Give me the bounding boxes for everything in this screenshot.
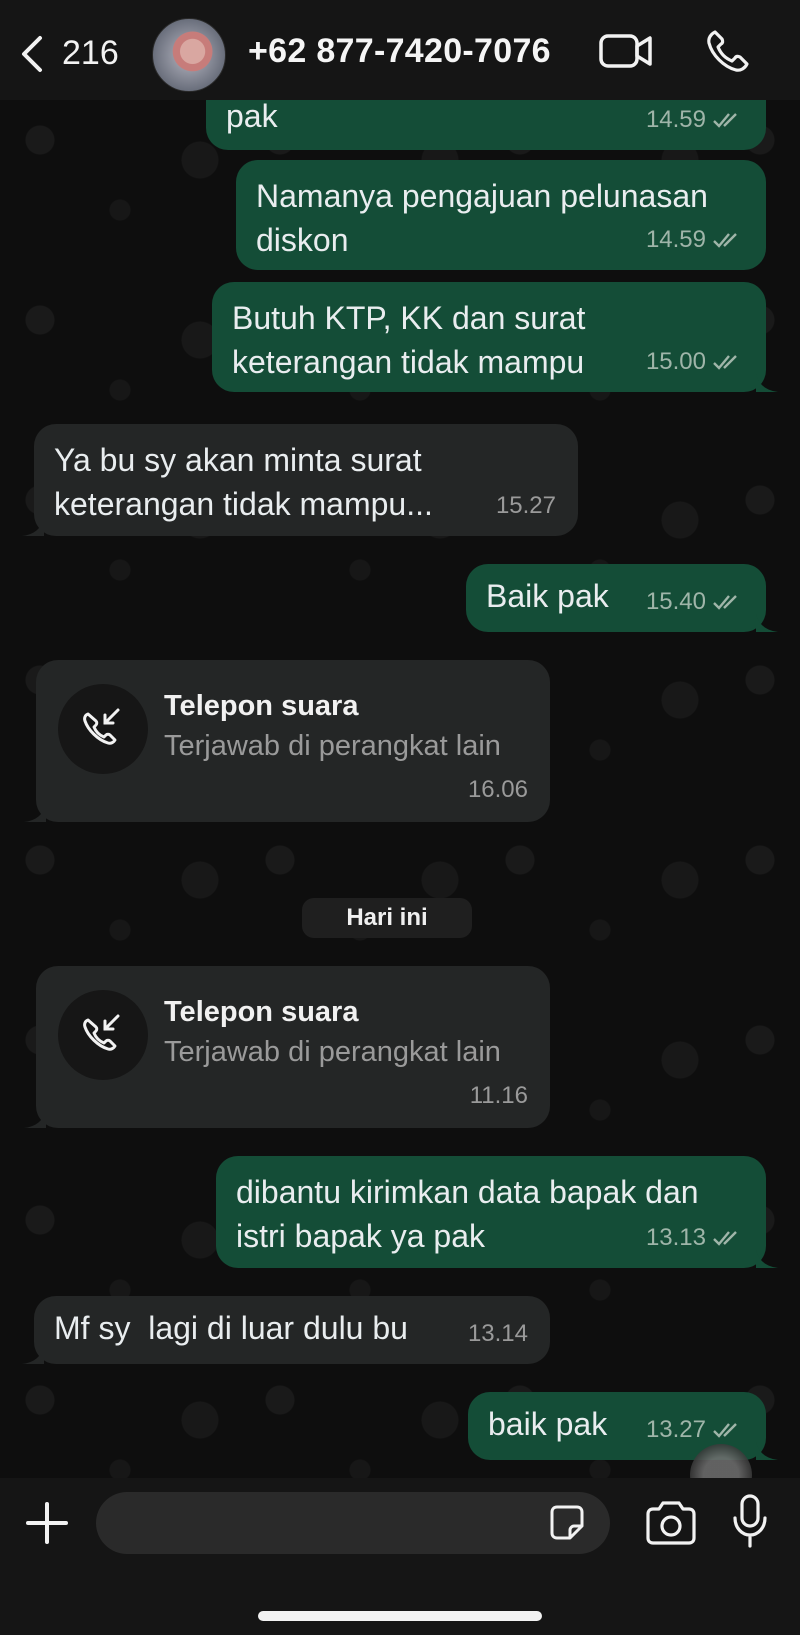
bubble-tail: [756, 1442, 778, 1460]
incoming-call-icon: [83, 1014, 120, 1051]
message-text-line: Namanya pengajuan pelunasan: [256, 178, 708, 214]
contact-name[interactable]: +62 877-7420-7076: [248, 32, 551, 71]
home-indicator: [258, 1611, 542, 1621]
message-incoming[interactable]: Mf sy lagi di luar dulu bu 13.14: [22, 1296, 550, 1364]
bubble-tail: [24, 1110, 46, 1128]
chat-area[interactable]: pak 14.59 Namanya pengajuan pelunasan di…: [0, 100, 800, 1478]
call-title: Telepon suara: [164, 996, 359, 1028]
message-time: 15.27: [495, 492, 556, 519]
message-outgoing[interactable]: dibantu kirimkan data bapak dan istri ba…: [216, 1156, 778, 1268]
call-time: 16.06: [467, 776, 528, 803]
message-time: 15.00: [645, 348, 706, 375]
double-tick-icon: [713, 595, 737, 610]
call-card[interactable]: Telepon suara Terjawab di perangkat lain…: [24, 660, 550, 822]
message-time: 14.59: [645, 106, 706, 133]
message-text: baik pak: [488, 1406, 608, 1442]
message-outgoing[interactable]: pak 14.59: [206, 100, 766, 150]
message-text-line: dibantu kirimkan data bapak dan: [236, 1174, 699, 1210]
message-text: Baik pak: [486, 578, 609, 614]
mic-icon[interactable]: [732, 1494, 768, 1550]
bubble-tail: [756, 1250, 778, 1268]
plus-icon[interactable]: [24, 1500, 70, 1546]
back-chevron-icon[interactable]: [14, 34, 54, 74]
double-tick-icon: [713, 1231, 737, 1246]
call-time: 11.16: [469, 1082, 528, 1109]
double-tick-icon: [713, 1423, 737, 1438]
message-time: 15.40: [645, 588, 706, 615]
message-text: pak: [226, 100, 278, 134]
message-incoming[interactable]: Ya bu sy akan minta surat keterangan tid…: [22, 424, 578, 536]
call-title: Telepon suara: [164, 690, 359, 722]
bubble-tail: [22, 1346, 44, 1364]
message-text-line: keterangan tidak mampu...: [54, 486, 433, 522]
double-tick-icon: [713, 233, 737, 248]
unread-count[interactable]: 216: [62, 34, 119, 73]
bubble-tail: [756, 614, 778, 632]
message-text-line: Butuh KTP, KK dan surat: [232, 300, 586, 336]
phone-icon[interactable]: [700, 28, 756, 74]
composer-bar: [0, 1478, 800, 1635]
message-text-line: Ya bu sy akan minta surat: [54, 442, 422, 478]
message-time: 13.14: [467, 1320, 528, 1347]
message-time: 13.27: [645, 1416, 706, 1443]
call-subtitle: Terjawab di perangkat lain: [164, 1036, 501, 1068]
message-time: 13.13: [645, 1224, 706, 1251]
avatar[interactable]: [152, 18, 226, 92]
sticker-icon[interactable]: [546, 1502, 588, 1544]
message-outgoing[interactable]: Namanya pengajuan pelunasan diskon 14.59: [236, 160, 766, 270]
call-subtitle: Terjawab di perangkat lain: [164, 730, 501, 762]
message-text: Mf sy lagi di luar dulu bu: [54, 1310, 408, 1346]
double-tick-icon: [713, 113, 737, 128]
message-input[interactable]: [96, 1492, 610, 1554]
chat-header: 216 +62 877-7420-7076: [0, 0, 800, 100]
bubble-tail: [756, 374, 778, 392]
camera-icon[interactable]: [644, 1498, 698, 1548]
message-time: 14.59: [645, 226, 706, 253]
message-outgoing[interactable]: Baik pak 15.40: [466, 564, 778, 632]
bubble-tail: [22, 518, 44, 536]
date-separator: Hari ini: [302, 898, 472, 938]
double-tick-icon: [713, 355, 737, 370]
call-card[interactable]: Telepon suara Terjawab di perangkat lain…: [24, 966, 550, 1128]
video-call-icon[interactable]: [598, 28, 654, 74]
bubble-tail: [24, 804, 46, 822]
incoming-call-icon: [83, 708, 120, 745]
message-outgoing[interactable]: Butuh KTP, KK dan surat keterangan tidak…: [212, 282, 778, 392]
